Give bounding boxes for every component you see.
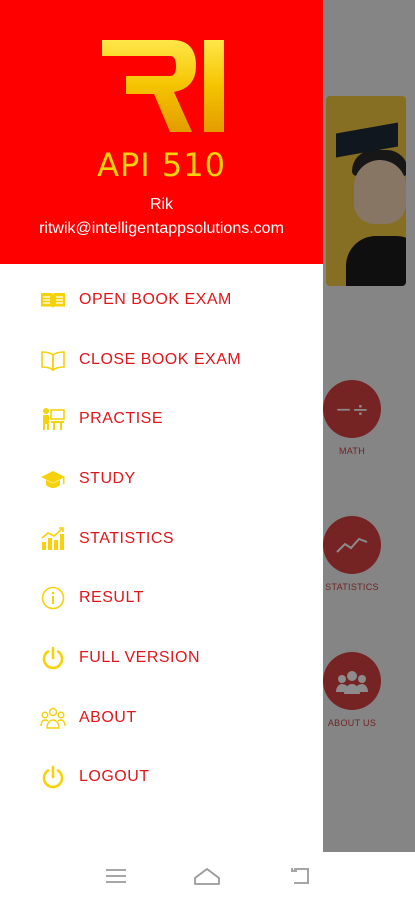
app-logo bbox=[102, 40, 224, 132]
menu-item-close-book-exam[interactable]: CLOSE BOOK EXAM bbox=[0, 330, 323, 390]
menu-icon[interactable] bbox=[101, 861, 131, 891]
menu-item-open-book-exam[interactable]: OPEN BOOK EXAM bbox=[0, 270, 323, 330]
menu-item-label: FULL VERSION bbox=[79, 648, 200, 666]
app-title: API 510 bbox=[97, 146, 226, 184]
menu-item-label: CLOSE BOOK EXAM bbox=[79, 350, 242, 368]
bar-chart-icon bbox=[40, 526, 66, 552]
menu-item-label: ABOUT bbox=[79, 708, 137, 726]
menu-item-result[interactable]: RESULT bbox=[0, 568, 323, 628]
info-icon bbox=[40, 585, 66, 611]
graduation-cap-icon bbox=[40, 466, 66, 492]
menu-item-label: STUDY bbox=[79, 469, 136, 487]
power-icon bbox=[40, 764, 66, 790]
menu-item-about[interactable]: ABOUT bbox=[0, 688, 323, 748]
closed-book-icon bbox=[40, 347, 66, 373]
user-name: Rik bbox=[149, 196, 174, 213]
menu-item-label: LOGOUT bbox=[79, 768, 150, 786]
drawer-header: API 510 Rik ritwik@intelligentappsolutio… bbox=[0, 0, 323, 264]
menu-item-logout[interactable]: LOGOUT bbox=[0, 748, 323, 808]
menu-item-label: RESULT bbox=[79, 589, 144, 607]
practise-icon bbox=[40, 406, 66, 432]
drawer-menu: OPEN BOOK EXAM CLOSE BOOK EXAM PRACTISE … bbox=[0, 270, 323, 807]
back-icon[interactable] bbox=[284, 861, 314, 891]
user-email: ritwik@intelligentappsolutions.com bbox=[39, 220, 284, 237]
power-icon bbox=[40, 645, 66, 671]
menu-item-label: PRACTISE bbox=[79, 410, 164, 428]
open-book-icon bbox=[40, 287, 66, 313]
home-icon[interactable] bbox=[192, 861, 222, 891]
menu-item-practise[interactable]: PRACTISE bbox=[0, 389, 323, 449]
system-nav-bar bbox=[0, 852, 415, 900]
menu-item-label: STATISTICS bbox=[79, 529, 175, 547]
navigation-drawer: API 510 Rik ritwik@intelligentappsolutio… bbox=[0, 0, 323, 852]
menu-item-label: OPEN BOOK EXAM bbox=[79, 290, 232, 308]
menu-item-statistics[interactable]: STATISTICS bbox=[0, 509, 323, 569]
menu-item-study[interactable]: STUDY bbox=[0, 449, 323, 509]
menu-item-full-version[interactable]: FULL VERSION bbox=[0, 628, 323, 688]
people-icon bbox=[40, 705, 66, 731]
